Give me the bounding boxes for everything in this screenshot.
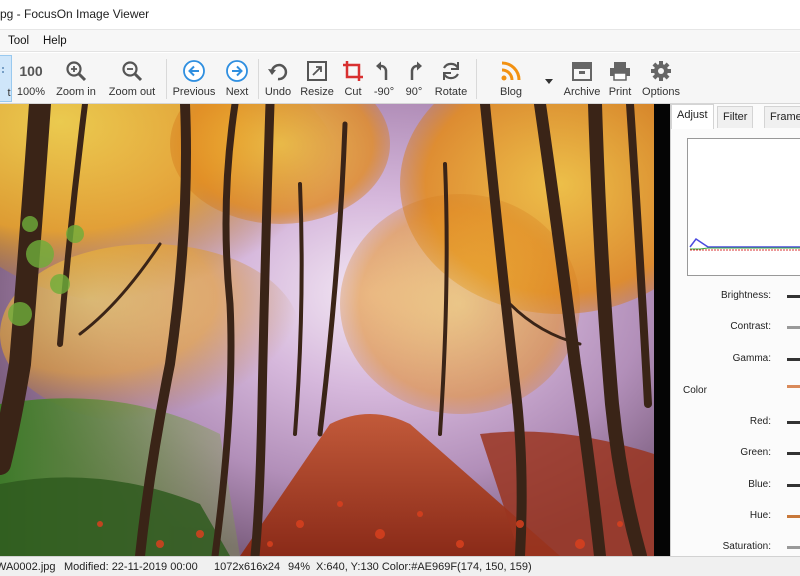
select-icon	[0, 60, 11, 84]
brightness-slider[interactable]	[787, 295, 800, 298]
blog-label: Blog	[499, 86, 523, 98]
status-pixel-info: X:640, Y:130 Color:#AE969F(174, 150, 159…	[316, 561, 532, 573]
brightness-row: Brightness:	[671, 288, 800, 308]
rotate-icon	[434, 59, 468, 83]
undo-button[interactable]: Undo	[262, 55, 294, 102]
zoom-out-icon	[108, 59, 156, 83]
gear-icon	[640, 59, 682, 83]
zoom-in-icon	[56, 59, 96, 83]
toolbar-separator	[166, 59, 167, 99]
red-label: Red:	[749, 416, 771, 427]
app-window: .jpg - FocusOn Image Viewer Tool Help t …	[0, 0, 800, 576]
rotate-button[interactable]: Rotate	[434, 55, 468, 102]
chevron-down-icon	[542, 69, 556, 93]
status-filename: WA0002.jpg	[0, 561, 56, 573]
tab-adjust[interactable]: Adjust	[671, 104, 714, 129]
status-dimensions: 1072x616x24	[214, 561, 281, 573]
red-row: Red:	[671, 414, 800, 434]
rotate-right-icon	[402, 59, 426, 83]
rss-icon	[496, 59, 526, 83]
brightness-label: Brightness:	[720, 290, 771, 301]
title-bar: .jpg - FocusOn Image Viewer	[0, 0, 800, 30]
tab-filter[interactable]: Filter	[717, 106, 754, 128]
green-label: Green:	[740, 447, 771, 458]
hue-label: Hue:	[749, 510, 771, 521]
blue-label: Blue:	[748, 479, 771, 490]
gamma-slider[interactable]	[787, 358, 800, 361]
options-button[interactable]: Options	[640, 55, 682, 102]
next-button[interactable]: Next	[222, 55, 252, 102]
zoom-in-label: Zoom in	[56, 86, 96, 98]
toolbar-separator	[476, 59, 477, 99]
hue-slider[interactable]	[787, 515, 800, 518]
undo-icon	[262, 59, 294, 83]
rotate-right-button[interactable]: 90°	[402, 55, 426, 102]
hue-row: Hue:	[671, 508, 800, 528]
tab-frame[interactable]: Frame	[764, 106, 800, 128]
actual-size-icon: 100	[19, 63, 43, 79]
contrast-label: Contrast:	[730, 321, 771, 332]
menu-tool[interactable]: Tool	[8, 35, 29, 47]
previous-button[interactable]: Previous	[173, 55, 215, 102]
previous-icon	[174, 59, 214, 83]
rotate-left-icon	[372, 59, 396, 83]
rotate-right-label: 90°	[405, 86, 423, 98]
histogram	[687, 138, 800, 276]
saturation-row: Saturation:	[671, 539, 800, 556]
image-border	[654, 104, 670, 556]
zoom-in-button[interactable]: Zoom in	[56, 55, 96, 102]
green-slider[interactable]	[787, 452, 800, 455]
menu-bar: Tool Help	[0, 30, 800, 52]
blog-button[interactable]: Blog	[496, 55, 526, 102]
saturation-label: Saturation:	[722, 541, 771, 552]
rotate-label: Rotate	[434, 86, 468, 98]
previous-label: Previous	[172, 86, 216, 98]
zoom-out-button[interactable]: Zoom out	[108, 55, 156, 102]
print-button[interactable]: Print	[606, 55, 634, 102]
color-row	[671, 378, 800, 398]
archive-icon	[562, 59, 602, 83]
crop-icon	[340, 59, 366, 83]
blue-slider[interactable]	[787, 484, 800, 487]
zoom-out-label: Zoom out	[108, 86, 156, 98]
image-canvas[interactable]	[0, 104, 654, 556]
toolbar: t 100 100% Zoom in Zoom out Previous Nex…	[0, 53, 800, 104]
resize-icon	[300, 59, 334, 83]
resize-button[interactable]: Resize	[300, 55, 334, 102]
green-row: Green:	[671, 445, 800, 465]
forest-photo	[0, 104, 654, 556]
cut-button[interactable]: Cut	[340, 55, 366, 102]
blue-row: Blue:	[671, 477, 800, 497]
rotate-left-button[interactable]: -90°	[372, 55, 396, 102]
next-label: Next	[225, 86, 249, 98]
adjust-panel: Adjust Filter Frame Brightness: Contrast…	[670, 104, 800, 556]
contrast-row: Contrast:	[671, 319, 800, 339]
status-zoom: 94%	[288, 561, 311, 573]
status-bar: WA0002.jpg Modified: 22-11-2019 00:00 10…	[0, 556, 800, 576]
archive-button[interactable]: Archive	[562, 55, 602, 102]
window-title: .jpg - FocusOn Image Viewer	[0, 7, 150, 21]
color-slider[interactable]	[787, 385, 800, 388]
actual-size-label: 100%	[16, 86, 46, 98]
contrast-slider[interactable]	[787, 326, 800, 329]
print-icon	[606, 59, 634, 83]
gamma-row: Gamma:	[671, 351, 800, 371]
blog-dropdown-button[interactable]	[542, 55, 556, 102]
gamma-label: Gamma:	[732, 353, 771, 364]
red-slider[interactable]	[787, 421, 800, 424]
options-label: Options	[642, 86, 680, 98]
menu-help[interactable]: Help	[43, 35, 67, 47]
status-modified: Modified: 22-11-2019 00:00	[64, 561, 198, 573]
saturation-slider[interactable]	[787, 546, 800, 549]
actual-size-button[interactable]: 100 100%	[16, 55, 46, 102]
next-icon	[222, 59, 252, 83]
